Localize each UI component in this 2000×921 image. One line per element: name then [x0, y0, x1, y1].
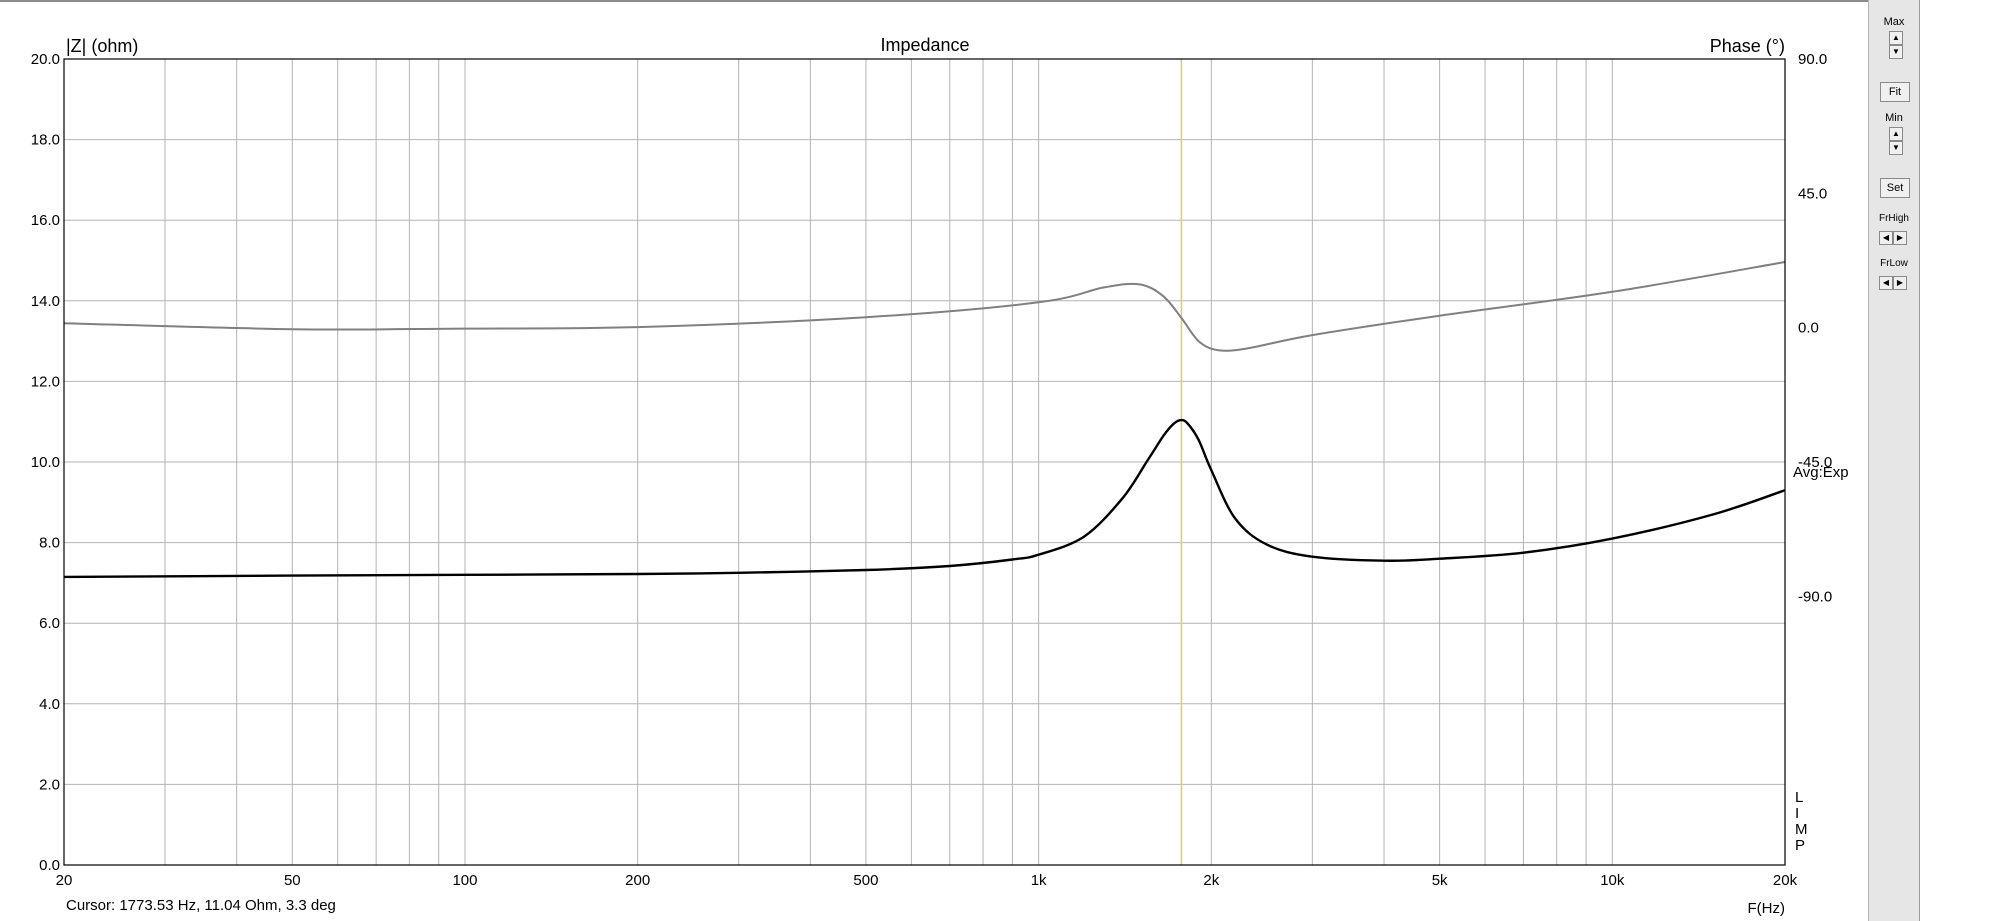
x-tick-label: 20: [56, 872, 73, 889]
min-label: Min: [1885, 112, 1903, 124]
grid-layer: [64, 59, 1785, 865]
y-tick-label: 14.0: [31, 293, 60, 310]
side-letter: P: [1795, 837, 1805, 854]
y-tick-label: 6.0: [39, 615, 60, 632]
min-up-button[interactable]: ▲: [1889, 127, 1903, 141]
phase-curve: [63, 261, 1786, 352]
set-button[interactable]: Set: [1880, 178, 1910, 198]
x-tick-label: 50: [284, 872, 301, 889]
y-tick-label: 12.0: [31, 373, 60, 390]
x-tick-label: 2k: [1203, 872, 1219, 889]
frlow-arrows: ◀ ▶: [1879, 276, 1909, 290]
y-tick-label: 0.0: [39, 857, 60, 874]
x-tick-label: 1k: [1031, 872, 1047, 889]
chart-canvas[interactable]: 20 50 100 200 500 1k 2k 5k 10k 20k 0.0 2.0 4.0 6.0 8.0…: [0, 0, 1868, 921]
max-label: Max: [1883, 16, 1905, 28]
control-panel: Max ▲ ▼ Fit Min ▲ ▼ Set FrHigh ◀ ▶ FrLow …: [1868, 0, 1920, 921]
frhigh-left-button[interactable]: ◀: [1879, 231, 1893, 245]
cursor-readout: Cursor: 1773.53 Hz, 11.04 Ohm, 3.3 deg: [66, 897, 336, 914]
y-tick-label: 10.0: [31, 454, 60, 471]
y2-tick-label: 45.0: [1798, 185, 1827, 202]
frlow-right-button[interactable]: ▶: [1893, 276, 1907, 290]
side-letter: L: [1795, 789, 1803, 806]
y-tick-label: 16.0: [31, 212, 60, 229]
frlow-left-button[interactable]: ◀: [1879, 276, 1893, 290]
y-tick-label: 4.0: [39, 696, 60, 713]
x-tick-label: 100: [452, 872, 477, 889]
impedance-curve: [63, 418, 1786, 579]
y-axis-label: |Z| (ohm): [66, 36, 138, 56]
chart-title: Impedance: [880, 35, 969, 55]
x-tick-label: 10k: [1600, 872, 1625, 889]
frhigh-arrows: ◀ ▶: [1879, 231, 1909, 245]
x-tick-label: 200: [625, 872, 650, 889]
y-tick-label: 18.0: [31, 132, 60, 149]
impedance-chart[interactable]: 20 50 100 200 500 1k 2k 5k 10k 20k 0.0 2.0 4.0 6.0 8.0…: [0, 0, 1868, 921]
fit-button[interactable]: Fit: [1880, 82, 1910, 102]
max-up-button[interactable]: ▲: [1889, 31, 1903, 45]
side-letter: M: [1795, 821, 1808, 838]
frhigh-right-button[interactable]: ▶: [1893, 231, 1907, 245]
x-tick-label: 20k: [1773, 872, 1798, 889]
frlow-label: FrLow: [1880, 258, 1908, 269]
legend-avg-exp: Avg:Exp: [1793, 464, 1849, 481]
max-down-button[interactable]: ▼: [1889, 45, 1903, 59]
x-tick-label: 5k: [1432, 872, 1448, 889]
window-right-margin: [1920, 0, 2000, 921]
y2-axis-label: Phase (°): [1710, 36, 1785, 56]
y2-tick-label: 90.0: [1798, 51, 1827, 68]
y-tick-label: 2.0: [39, 776, 60, 793]
x-tick-label: 500: [853, 872, 878, 889]
y2-tick-label: -90.0: [1798, 588, 1832, 605]
min-down-button[interactable]: ▼: [1889, 141, 1903, 155]
y-tick-label: 20.0: [31, 51, 60, 68]
y2-tick-label: 0.0: [1798, 320, 1819, 337]
x-axis-label: F(Hz): [1748, 900, 1786, 917]
y-tick-label: 8.0: [39, 535, 60, 552]
frhigh-label: FrHigh: [1878, 213, 1909, 224]
side-letter: I: [1795, 805, 1799, 822]
